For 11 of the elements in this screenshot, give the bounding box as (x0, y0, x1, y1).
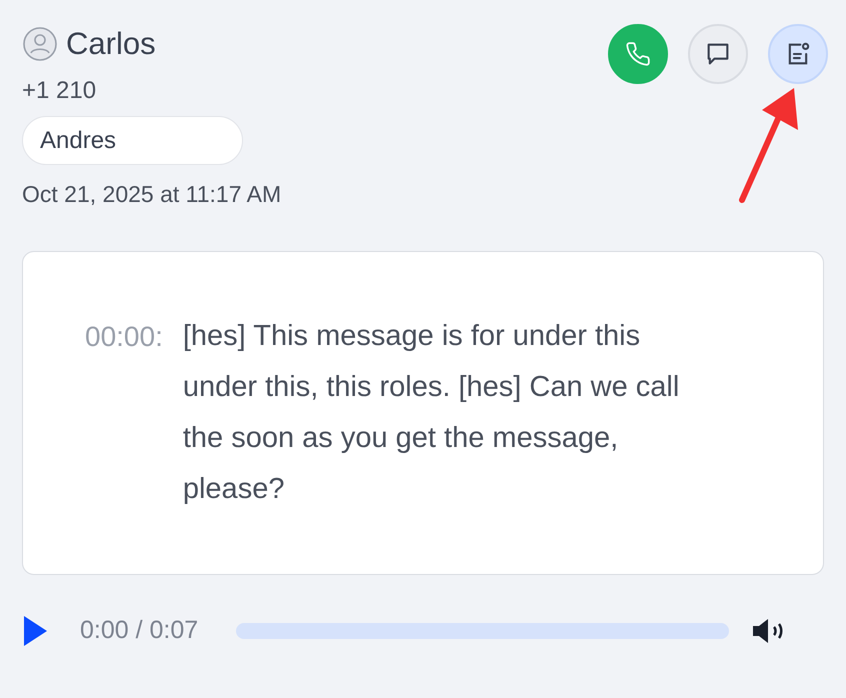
agent-tag: Andres (22, 116, 243, 165)
transcript-text: [hes] This message is for under this under this, this roles. [hes] Can we call the soon as you get the message, please? (182, 319, 680, 507)
timestamp: 00:00: (85, 320, 163, 354)
play-icon (22, 615, 48, 647)
progress-track[interactable] (236, 623, 730, 639)
contact-name: Carlos (66, 25, 156, 63)
phone-number: +1 210 (22, 76, 96, 106)
playback-time: 0:00 / 0:07 (80, 615, 198, 646)
date-time: Oct 21, 2025 at 11:17 AM (22, 180, 282, 209)
phone-icon (625, 41, 651, 67)
person-icon (22, 26, 58, 62)
